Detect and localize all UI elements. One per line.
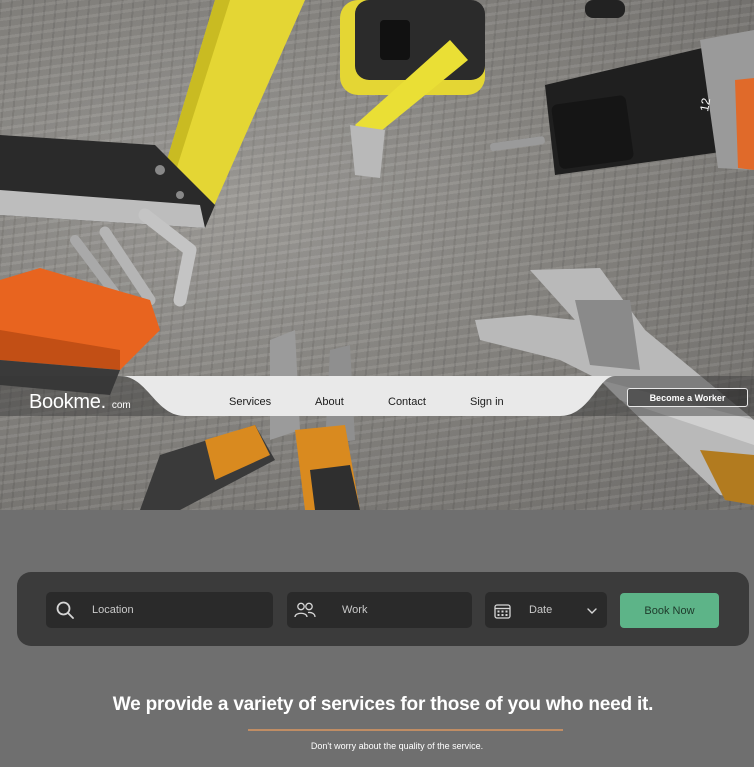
subheadline: Don't worry about the quality of the ser…: [310, 741, 484, 751]
hero-image: 12: [0, 0, 754, 510]
brand-name: Bookme.: [29, 391, 106, 413]
work-placeholder: Work: [342, 604, 368, 616]
people-icon: [294, 602, 316, 618]
svg-text:12: 12: [697, 97, 713, 113]
work-field[interactable]: Work: [287, 592, 472, 628]
search-icon: [56, 601, 74, 619]
chevron-down-icon: [587, 608, 597, 614]
become-worker-button[interactable]: Become a Worker: [627, 388, 748, 407]
tools-illustration: 12: [0, 0, 754, 510]
nav-item-about[interactable]: About: [315, 396, 344, 408]
calendar-icon: [494, 604, 511, 619]
location-placeholder: Location: [92, 604, 134, 616]
divider: [248, 729, 563, 731]
headline: We provide a variety of services for tho…: [112, 694, 654, 715]
location-field[interactable]: Location: [46, 592, 273, 628]
brand-domain: com: [111, 400, 131, 411]
date-label: Date: [529, 604, 553, 616]
nav-item-contact[interactable]: Contact: [388, 396, 426, 408]
date-select[interactable]: Date: [485, 592, 607, 628]
nav-item-sign-in[interactable]: Sign in: [470, 396, 504, 408]
nav-item-services[interactable]: Services: [229, 396, 271, 408]
book-now-button[interactable]: Book Now: [620, 593, 719, 628]
brand-logo[interactable]: Bookme. com: [29, 391, 131, 414]
booking-bar: Location Work Date Book Now: [17, 572, 749, 646]
